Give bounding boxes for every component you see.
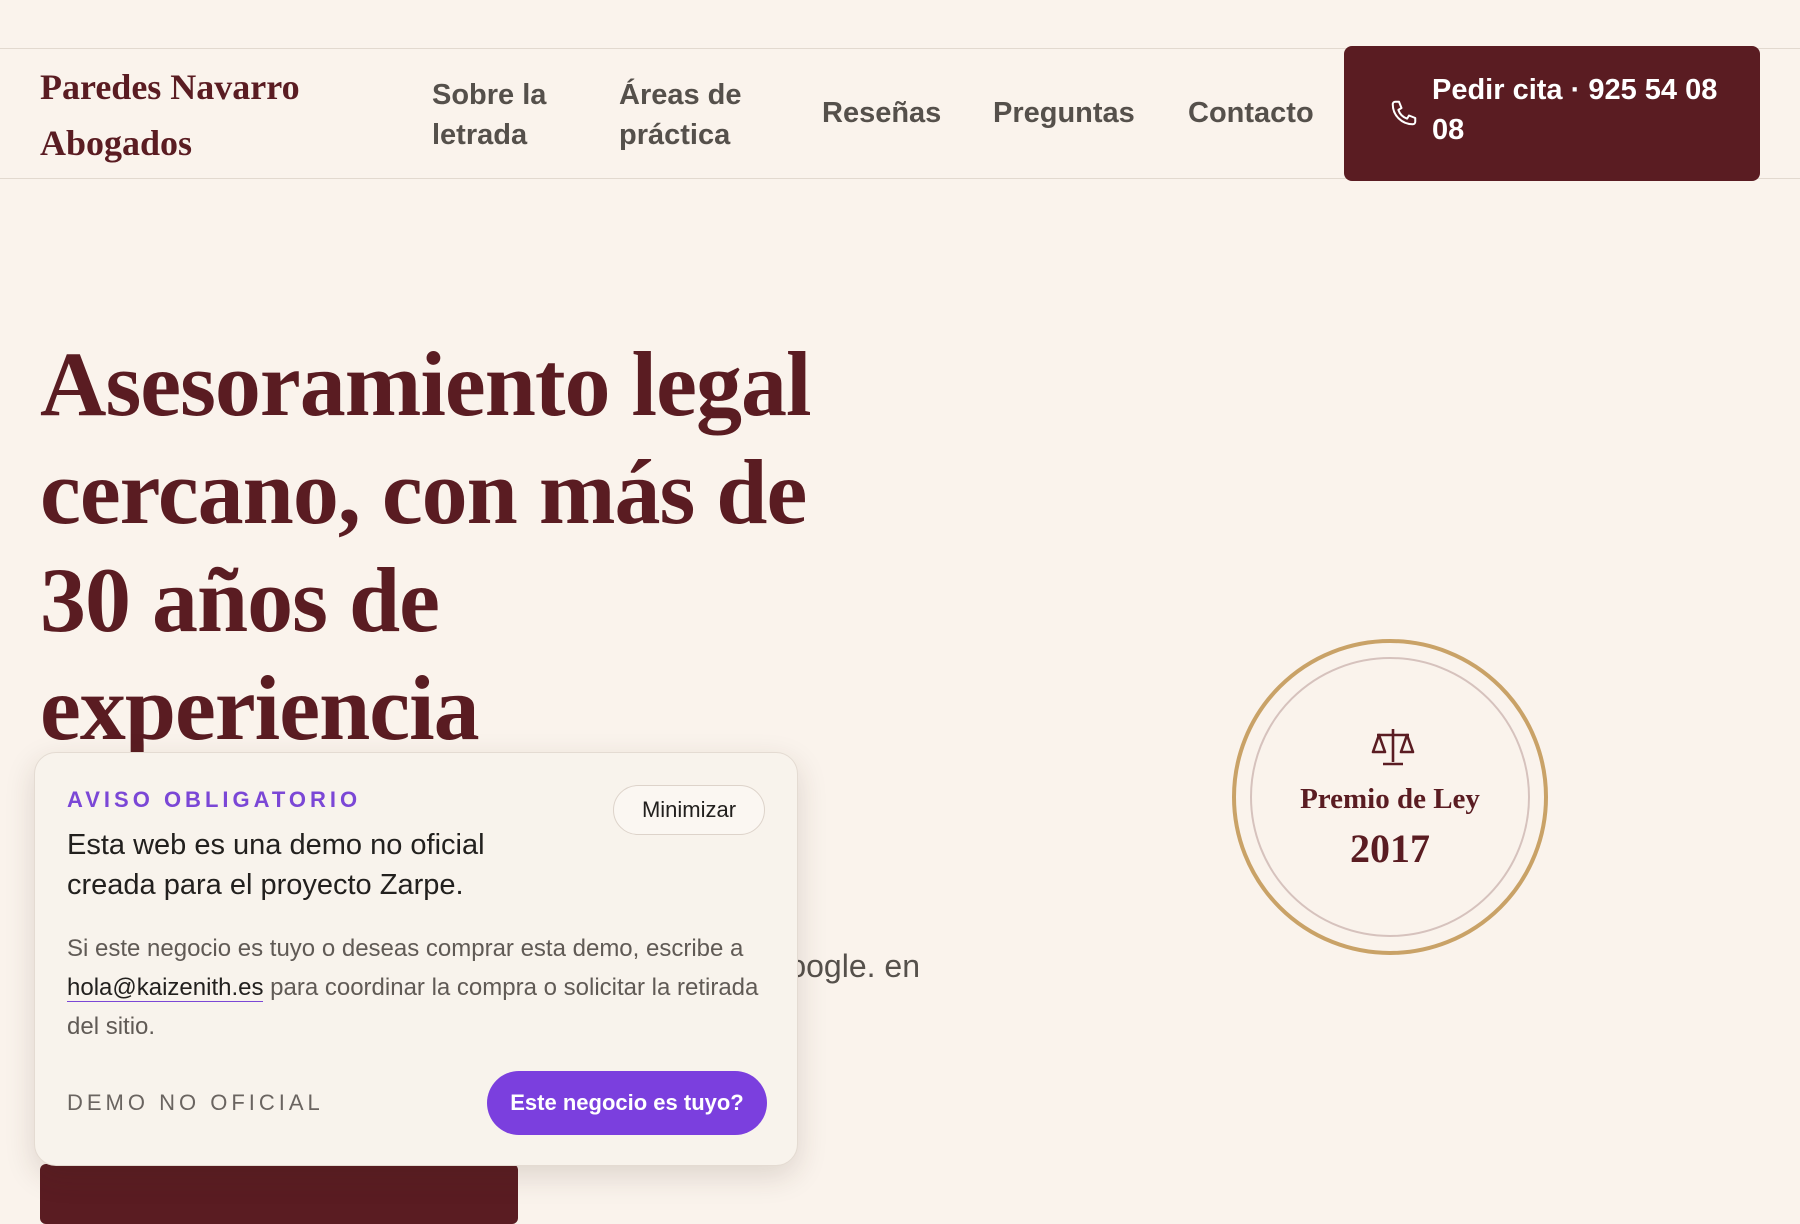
minimize-button[interactable]: Minimizar bbox=[613, 785, 765, 835]
nav-sobre-la-letrada[interactable]: Sobre la letrada bbox=[432, 75, 572, 155]
notice-eyebrow: AVISO OBLIGATORIO bbox=[67, 787, 362, 812]
brand-logo[interactable]: Paredes Navarro Abogados bbox=[40, 59, 330, 171]
notice-body-text-start: Si este negocio es tuyo o deseas comprar… bbox=[67, 935, 744, 962]
award-badge: Premio de Ley 2017 bbox=[1232, 639, 1548, 955]
book-appointment-label: Pedir cita · 925 54 08 08 bbox=[1432, 74, 1718, 146]
book-appointment-button[interactable]: Pedir cita · 925 54 08 08 bbox=[1344, 46, 1760, 181]
nav-resenas[interactable]: Reseñas bbox=[822, 93, 941, 133]
hero-appointment-button[interactable] bbox=[40, 1164, 518, 1224]
nav-preguntas[interactable]: Preguntas bbox=[993, 93, 1135, 133]
contact-email-link[interactable]: hola@kaizenith.es bbox=[67, 974, 264, 1002]
award-label: Premio de Ley bbox=[1300, 783, 1480, 815]
phone-icon bbox=[1391, 100, 1417, 126]
notice-title: Esta web es una demo no oficial creada p… bbox=[67, 829, 485, 901]
scales-icon bbox=[1371, 729, 1415, 766]
hero-title: Asesoramiento legal cercano, con más de … bbox=[40, 333, 812, 759]
demo-notice-panel: AVISO OBLIGATORIO Esta web es una demo n… bbox=[34, 752, 798, 1166]
nav-contacto[interactable]: Contacto bbox=[1188, 93, 1314, 133]
site-header: Paredes Navarro Abogados Sobre la letrad… bbox=[0, 46, 1800, 181]
nav-areas-de-practica[interactable]: Áreas de práctica bbox=[619, 75, 779, 155]
demo-label: DEMO NO OFICIAL bbox=[67, 1090, 324, 1115]
claim-business-button[interactable]: Este negocio es tuyo? bbox=[487, 1071, 767, 1135]
award-year: 2017 bbox=[1350, 826, 1430, 871]
notice-body: Si este negocio es tuyo o deseas comprar… bbox=[67, 929, 777, 1046]
